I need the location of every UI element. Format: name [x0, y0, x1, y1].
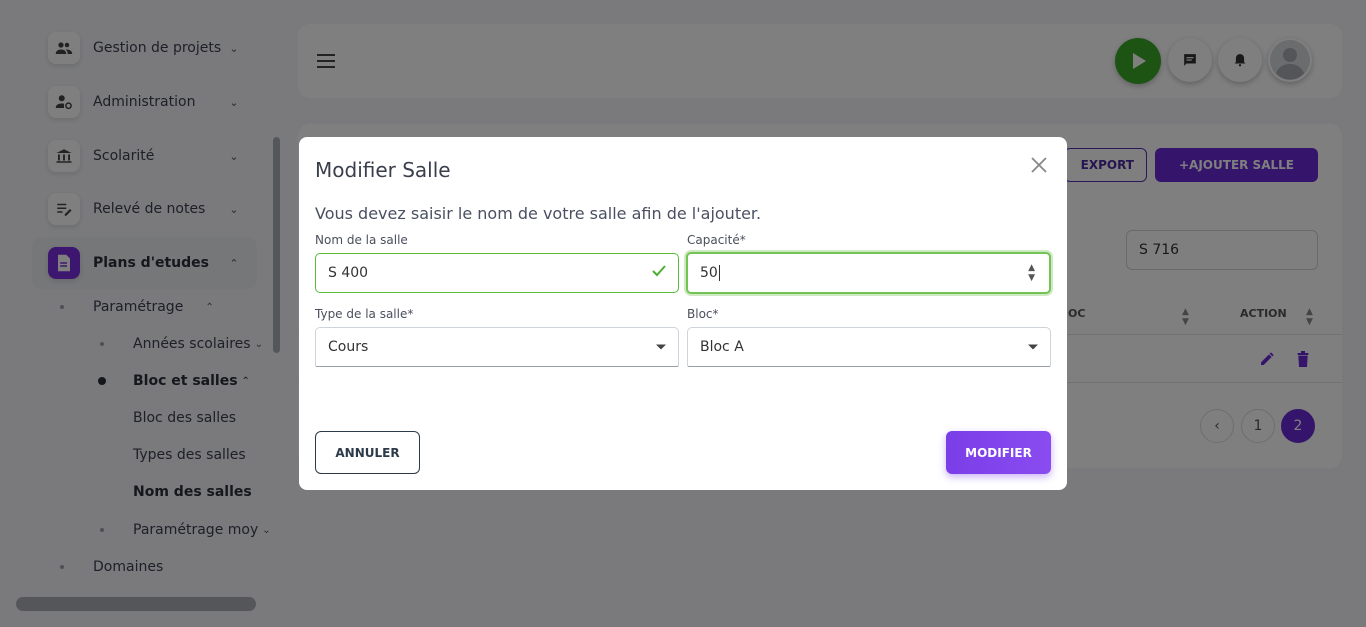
- cancel-button[interactable]: ANNULER: [315, 431, 420, 474]
- bloc-label: Bloc*: [687, 307, 719, 321]
- close-icon[interactable]: [1029, 155, 1049, 175]
- capacite-input[interactable]: 50 ▲ ▼: [686, 252, 1051, 294]
- type-salle-select[interactable]: Cours: [315, 327, 679, 367]
- number-stepper-icon[interactable]: ▲ ▼: [1028, 263, 1035, 283]
- type-salle-label: Type de la salle*: [315, 307, 414, 321]
- nom-salle-input[interactable]: S 400: [315, 253, 679, 293]
- modify-button[interactable]: MODIFIER: [946, 431, 1051, 474]
- type-salle-value: Cours: [328, 339, 369, 355]
- edit-salle-modal: Modifier Salle Vous devez saisir le nom …: [299, 137, 1067, 490]
- caret-down-icon: [1028, 344, 1038, 350]
- caret-down-icon: [656, 344, 666, 350]
- nom-salle-value: S 400: [328, 265, 369, 281]
- check-icon: [652, 265, 666, 281]
- bloc-value: Bloc A: [700, 339, 744, 355]
- bloc-select[interactable]: Bloc A: [687, 327, 1051, 367]
- nom-salle-label: Nom de la salle: [315, 233, 408, 247]
- modal-description: Vous devez saisir le nom de votre salle …: [315, 204, 762, 223]
- modal-title: Modifier Salle: [315, 158, 451, 182]
- capacite-value: 50: [700, 265, 718, 281]
- text-cursor: [718, 265, 720, 281]
- capacite-label: Capacité*: [687, 233, 746, 247]
